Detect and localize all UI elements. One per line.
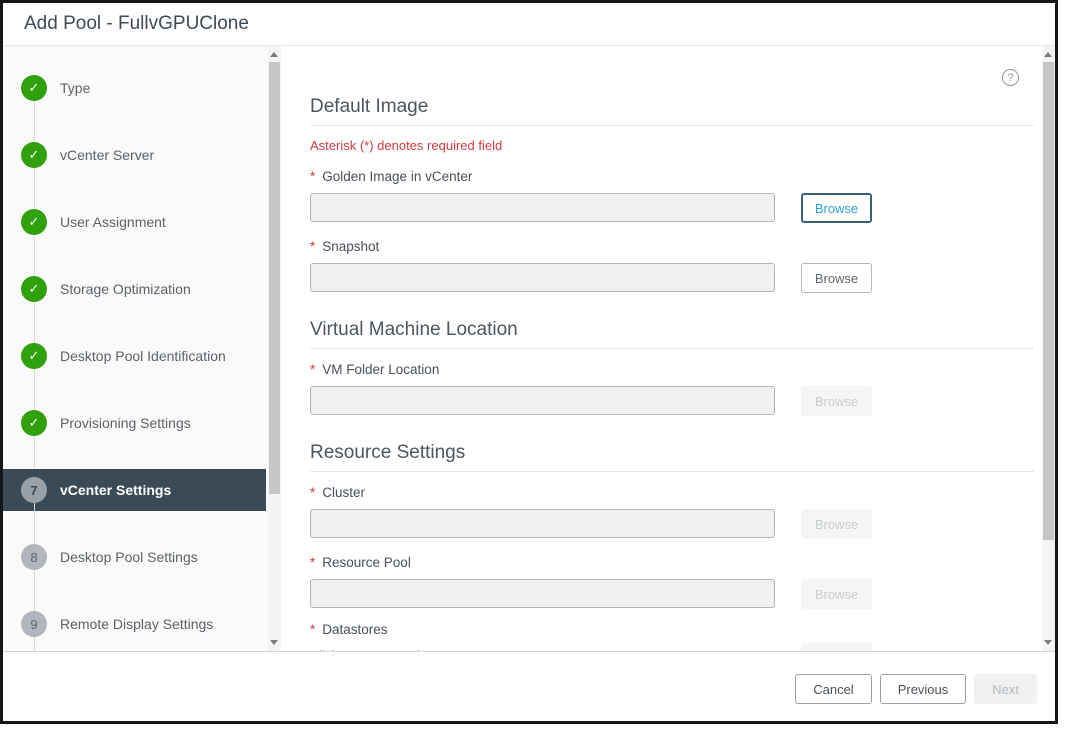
field-label-text: Datastores — [322, 622, 387, 637]
step-label: User Assignment — [60, 214, 166, 230]
dialog-footer: Cancel Previous Next — [3, 651, 1055, 715]
wizard-sidebar: ✓ Type ✓ vCenter Server ✓ User Assignment ✓ Sto… — [3, 46, 281, 651]
step-label: Desktop Pool Settings — [60, 549, 198, 565]
required-field-note: Asterisk (*) denotes required field — [310, 138, 1033, 153]
sidebar-step-provisioning-settings[interactable]: ✓ Provisioning Settings — [3, 410, 281, 436]
field-label-text: VM Folder Location — [322, 362, 439, 377]
main-panel: ? Default Image Asterisk (*) denotes requ… — [281, 46, 1055, 651]
browse-button-cluster: Browse — [801, 509, 872, 539]
step-connector — [34, 168, 35, 209]
wizard-steps: ✓ Type ✓ vCenter Server ✓ User Assignment ✓ Sto… — [3, 46, 281, 651]
dialog-body: ✓ Type ✓ vCenter Server ✓ User Assignment ✓ Sto… — [3, 46, 1055, 651]
step-connector — [34, 302, 35, 343]
help-icon[interactable]: ? — [1002, 69, 1019, 86]
content-scrollbar[interactable] — [1042, 46, 1055, 651]
sidebar-step-remote-display-settings[interactable]: 9 Remote Display Settings — [3, 611, 281, 637]
field-hint-text: Click Browse to select. — [310, 643, 775, 651]
golden-image-in-vcenter-input — [310, 193, 775, 222]
dialog-header: Add Pool - FullvGPUClone — [3, 3, 1055, 46]
scroll-up-icon[interactable] — [1044, 52, 1052, 57]
browse-button-resource-pool: Browse — [801, 579, 872, 609]
sidebar-step-desktop-pool-settings[interactable]: 8 Desktop Pool Settings — [3, 544, 281, 570]
step-connector — [34, 637, 35, 651]
step-label: Desktop Pool Identification — [60, 348, 226, 364]
content-scrollbar-thumb[interactable] — [1043, 62, 1054, 540]
step-label: Remote Display Settings — [60, 616, 213, 632]
sidebar-step-vcenter-server[interactable]: ✓ vCenter Server — [3, 142, 281, 168]
field-row-golden-image-in-vcenter: Browse — [310, 193, 1033, 223]
sidebar-step-type[interactable]: ✓ Type — [3, 75, 281, 101]
scroll-down-icon[interactable] — [1044, 640, 1052, 645]
step-number-badge: 7 — [21, 477, 47, 503]
step-check-icon: ✓ — [21, 142, 47, 168]
cancel-button[interactable]: Cancel — [795, 674, 871, 704]
sidebar-step-desktop-pool-identification[interactable]: ✓ Desktop Pool Identification — [3, 343, 281, 369]
step-check-icon: ✓ — [21, 276, 47, 302]
step-connector — [34, 101, 35, 142]
field-row-cluster: Browse — [310, 509, 1033, 539]
step-number-badge: 8 — [21, 544, 47, 570]
step-label: Storage Optimization — [60, 281, 191, 297]
required-asterisk: * — [310, 622, 315, 637]
field-row-snapshot: Browse — [310, 263, 1033, 293]
section-default-image: Default Image Asterisk (*) denotes requir… — [310, 96, 1033, 293]
required-asterisk: * — [310, 485, 315, 500]
add-pool-dialog: Add Pool - FullvGPUClone ✓ Type ✓ vCenter S… — [0, 0, 1058, 724]
required-asterisk: * — [310, 239, 315, 254]
step-connector — [34, 570, 35, 611]
field-label-text: Snapshot — [322, 239, 379, 254]
step-label: Type — [60, 80, 90, 96]
browse-button-vm-folder-location: Browse — [801, 386, 872, 416]
form-content: Default Image Asterisk (*) denotes requir… — [281, 46, 1055, 651]
field-label-vm-folder-location: * VM Folder Location — [310, 362, 1033, 377]
section-heading: Virtual Machine Location — [310, 319, 1033, 349]
required-asterisk: * — [310, 362, 315, 377]
field-row-resource-pool: Browse — [310, 579, 1033, 609]
section-heading: Default Image — [310, 96, 1033, 126]
step-label: vCenter Settings — [60, 482, 171, 498]
snapshot-input — [310, 263, 775, 292]
step-check-icon: ✓ — [21, 75, 47, 101]
step-connector — [34, 503, 35, 544]
field-row-datastores: Click Browse to select. Browse — [310, 643, 1033, 651]
field-label-datastores: * Datastores — [310, 622, 1033, 637]
dialog-title: Add Pool - FullvGPUClone — [24, 13, 249, 35]
previous-button[interactable]: Previous — [880, 674, 967, 704]
field-label-text: Resource Pool — [322, 555, 411, 570]
field-label-cluster: * Cluster — [310, 485, 1033, 500]
step-check-icon: ✓ — [21, 410, 47, 436]
field-label-snapshot: * Snapshot — [310, 239, 1033, 254]
resource-pool-input — [310, 579, 775, 608]
field-label-golden-image-in-vcenter: * Golden Image in vCenter — [310, 169, 1033, 184]
sidebar-step-storage-optimization[interactable]: ✓ Storage Optimization — [3, 276, 281, 302]
step-check-icon: ✓ — [21, 343, 47, 369]
field-label-text: Golden Image in vCenter — [322, 169, 472, 184]
section-virtual-machine-location: Virtual Machine Location * VM Folder Locat… — [310, 319, 1033, 416]
sidebar-step-user-assignment[interactable]: ✓ User Assignment — [3, 209, 281, 235]
step-connector — [34, 369, 35, 410]
section-resource-settings: Resource Settings * Cluster Browse * Resource… — [310, 442, 1033, 651]
browse-button-snapshot[interactable]: Browse — [801, 263, 872, 293]
vm-folder-location-input — [310, 386, 775, 415]
sidebar-scrollbar[interactable] — [268, 46, 281, 651]
step-check-icon: ✓ — [21, 209, 47, 235]
step-label: Provisioning Settings — [60, 415, 191, 431]
field-label-text: Cluster — [322, 485, 365, 500]
cluster-input — [310, 509, 775, 538]
scroll-up-icon[interactable] — [270, 52, 278, 57]
browse-button-datastores: Browse — [801, 643, 872, 651]
field-label-resource-pool: * Resource Pool — [310, 555, 1033, 570]
step-label: vCenter Server — [60, 147, 154, 163]
next-button: Next — [974, 674, 1037, 704]
field-row-vm-folder-location: Browse — [310, 386, 1033, 416]
required-asterisk: * — [310, 555, 315, 570]
browse-button-golden-image-in-vcenter[interactable]: Browse — [801, 193, 872, 223]
step-number-badge: 9 — [21, 611, 47, 637]
scroll-down-icon[interactable] — [270, 640, 278, 645]
sidebar-step-vcenter-settings[interactable]: 7 vCenter Settings — [3, 469, 266, 511]
required-asterisk: * — [310, 169, 315, 184]
sidebar-scrollbar-thumb[interactable] — [269, 62, 280, 494]
section-heading: Resource Settings — [310, 442, 1033, 472]
step-connector — [34, 235, 35, 276]
